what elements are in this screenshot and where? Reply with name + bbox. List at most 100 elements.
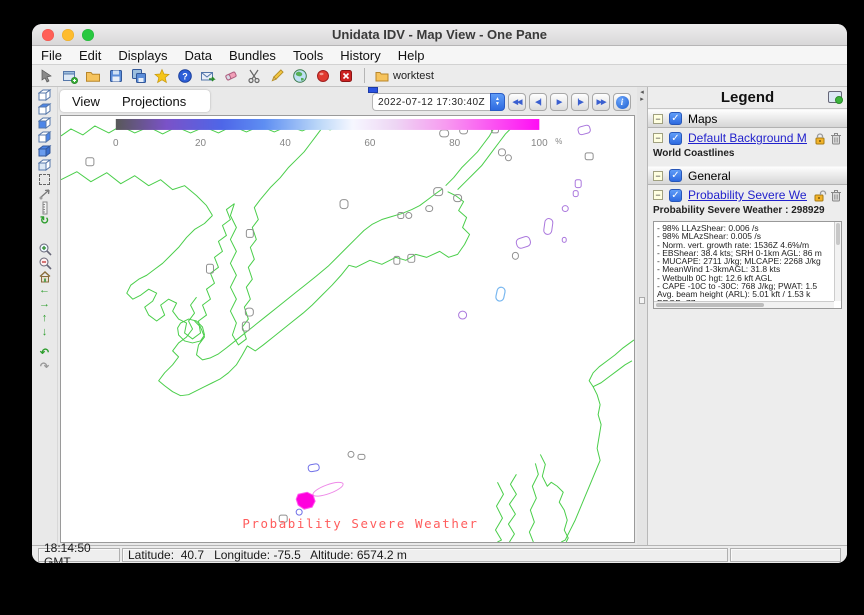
cube-view-2-icon[interactable] (37, 103, 53, 116)
close-window-button[interactable] (42, 29, 54, 41)
capture-image-icon[interactable] (315, 68, 331, 84)
svg-text:40: 40 (280, 138, 292, 149)
step-forward-button[interactable]: |▶ (571, 93, 589, 111)
splitter-handle[interactable] (639, 297, 645, 304)
details-horizontal-scrollbar[interactable] (654, 301, 834, 308)
map-topbar: View Projections 2022-07-12 17:30:40Z ▲▼… (58, 87, 637, 115)
rubber-band-zoom-icon[interactable] (37, 173, 53, 186)
collapse-icon[interactable] (653, 190, 663, 200)
rotate-icon[interactable]: ↻ (37, 215, 53, 228)
svg-text:%: % (555, 137, 562, 146)
maps-checkbox[interactable] (669, 112, 682, 125)
probability-details-box[interactable]: - 98% LLAzShear: 0.006 /s - 98% MLAzShea… (653, 221, 842, 309)
cube-view-1-icon[interactable] (37, 89, 53, 102)
status-position: Latitude: 40.7 Longitude: -75.5 Altitude… (122, 548, 728, 562)
fetch-web-globe-icon[interactable] (292, 68, 308, 84)
animation-properties-button[interactable]: i (613, 93, 631, 111)
menu-file[interactable]: File (41, 48, 62, 63)
save-favorite-icon[interactable] (131, 68, 147, 84)
map-view-menubar: View Projections (60, 90, 210, 112)
workspace-tab[interactable]: worktest (375, 70, 434, 82)
minimize-window-button[interactable] (62, 29, 74, 41)
menu-tools[interactable]: Tools (293, 48, 323, 63)
menu-history[interactable]: History (340, 48, 380, 63)
home-view-icon[interactable] (37, 270, 53, 283)
app-window: Unidata IDV - Map View - One Pane File E… (32, 24, 847, 563)
legend-header: Legend (648, 87, 847, 109)
new-window-icon[interactable] (62, 68, 78, 84)
display-name-label: Probability Severe Weather (242, 516, 478, 531)
menu-edit[interactable]: Edit (79, 48, 101, 63)
view-toolbar: ↻ ← → ↑ ↓ ↶ ↷ (32, 87, 58, 545)
go-to-end-button[interactable]: ▶▶ (592, 93, 610, 111)
undo-icon[interactable]: ↶ (37, 347, 53, 360)
step-back-button[interactable]: ◀| (529, 93, 547, 111)
collapse-arrows-icon[interactable]: ◂▸ (637, 89, 647, 103)
collapse-icon[interactable] (653, 171, 663, 181)
open-bundle-icon[interactable] (85, 68, 101, 84)
zoom-in-icon[interactable] (37, 242, 53, 255)
animation-controls: 2022-07-12 17:30:40Z ▲▼ ◀◀ ◀| ▶ |▶ ▶▶ i (372, 93, 631, 111)
legend-panel: Legend Maps Default Background Maps Worl… (647, 87, 847, 545)
trash-icon[interactable] (830, 189, 842, 202)
background-maps-checkbox[interactable] (669, 132, 682, 145)
cube-view-6-icon[interactable] (37, 159, 53, 172)
legend-item-probability: Probability Severe Weat... (648, 185, 847, 205)
vertical-ruler-icon[interactable] (37, 201, 53, 214)
legend-item-background-maps: Default Background Maps (648, 128, 847, 148)
svg-text:20: 20 (195, 138, 207, 149)
svg-text:0: 0 (113, 138, 119, 149)
translate-icon[interactable] (37, 187, 53, 200)
cube-view-3-icon[interactable] (37, 117, 53, 130)
collapse-icon[interactable] (653, 133, 663, 143)
title-bar: Unidata IDV - Map View - One Pane (32, 24, 847, 46)
lock-closed-icon[interactable] (813, 132, 827, 145)
details-vertical-scrollbar[interactable] (834, 222, 841, 301)
go-to-start-button[interactable]: ◀◀ (508, 93, 526, 111)
map-display[interactable]: 0 20 40 60 80 100 % Probability Severe W… (60, 115, 635, 543)
favorites-star-icon[interactable] (154, 68, 170, 84)
save-bundle-icon[interactable] (108, 68, 124, 84)
pan-up-icon[interactable]: ↑ (37, 312, 53, 325)
svg-text:100: 100 (531, 138, 548, 149)
probability-display-link[interactable]: Probability Severe Weat... (688, 188, 807, 202)
map-menu-projections[interactable]: Projections (122, 94, 186, 109)
pan-down-icon[interactable]: ↓ (37, 326, 53, 339)
remove-all-displays-icon[interactable] (338, 68, 354, 84)
cube-view-4-icon[interactable] (37, 131, 53, 144)
coastline-layer (61, 120, 634, 542)
menu-displays[interactable]: Displays (118, 48, 167, 63)
cut-icon[interactable] (246, 68, 262, 84)
menu-data[interactable]: Data (184, 48, 211, 63)
help-icon[interactable]: ? (177, 68, 193, 84)
cube-view-5-icon[interactable] (37, 145, 53, 158)
svg-text:80: 80 (449, 138, 461, 149)
main-content: ↻ ← → ↑ ↓ ↶ ↷ View Projections (32, 87, 847, 545)
pointer-icon[interactable] (39, 68, 55, 84)
collapse-icon[interactable] (653, 114, 663, 124)
menu-bundles[interactable]: Bundles (229, 48, 276, 63)
lock-open-icon[interactable] (813, 189, 827, 202)
zoom-out-icon[interactable] (37, 256, 53, 269)
zoom-window-button[interactable] (82, 29, 94, 41)
pan-right-icon[interactable]: → (37, 298, 53, 311)
map-menu-view[interactable]: View (72, 94, 100, 109)
time-spinner[interactable]: ▲▼ (490, 93, 505, 111)
probability-checkbox[interactable] (669, 189, 682, 202)
float-legend-icon[interactable] (828, 91, 842, 103)
general-checkbox[interactable] (669, 169, 682, 182)
window-controls (42, 29, 94, 41)
play-button[interactable]: ▶ (550, 93, 568, 111)
pan-left-icon[interactable]: ← (37, 284, 53, 297)
trash-icon[interactable] (830, 132, 842, 145)
legend-splitter[interactable]: ◂▸ (637, 87, 647, 545)
support-request-icon[interactable] (200, 68, 216, 84)
redo-icon[interactable]: ↷ (37, 361, 53, 374)
erase-icon[interactable] (223, 68, 239, 84)
animation-time-field[interactable]: 2022-07-12 17:30:40Z (372, 93, 490, 111)
menu-help[interactable]: Help (398, 48, 425, 63)
probability-sublabel: Probability Severe Weather : 298929 (648, 205, 847, 219)
status-clock: 18:14:50 GMT (38, 548, 120, 562)
background-maps-link[interactable]: Default Background Maps (688, 131, 807, 145)
edit-icon[interactable] (269, 68, 285, 84)
